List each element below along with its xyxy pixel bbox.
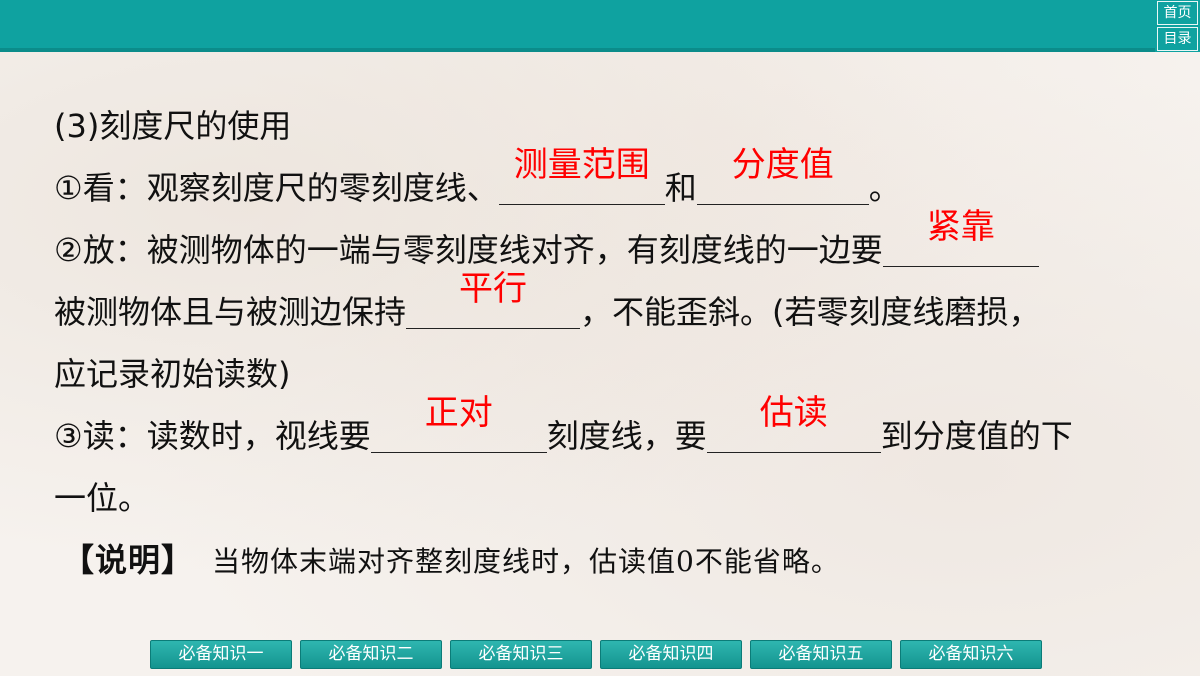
- answer-estimate: 估读: [759, 393, 828, 433]
- answer-parallel: 平行: [459, 269, 528, 309]
- look-suffix: 。: [868, 169, 901, 207]
- nav-knowledge-5[interactable]: 必备知识五: [750, 640, 892, 669]
- look-mid: 和: [664, 169, 697, 207]
- blank-face: 正对: [370, 393, 547, 453]
- top-bar-edge: [0, 48, 1155, 52]
- note-text: 当物体末端对齐整刻度线时，估读值0不能省略。: [212, 545, 840, 578]
- corner-nav: 首页 目录: [1155, 0, 1200, 52]
- place-prefix: ②放：被测物体的一端与零刻度线对齐，有刻度线的一边要: [54, 231, 883, 269]
- read-prefix: ③读：读数时，视线要: [54, 417, 371, 455]
- place-step-line2: 被测物体且与被测边保持 平行 ，不能歪斜。(若零刻度线磨损，: [54, 269, 1164, 343]
- toc-button[interactable]: 目录: [1157, 27, 1198, 51]
- place-step-line3: 应记录初始读数): [54, 355, 291, 393]
- place-step-line1: ②放：被测物体的一端与零刻度线对齐，有刻度线的一边要 紧靠: [54, 207, 1164, 281]
- blank-close: 紧靠: [882, 207, 1039, 267]
- note: 【说明】 当物体末端对齐整刻度线时，估读值0不能省略。: [54, 529, 1164, 591]
- read-step-line2: 一位。: [54, 479, 151, 517]
- answer-measure-range: 测量范围: [513, 145, 650, 185]
- read-step-line1: ③读：读数时，视线要 正对刻度线，要 估读到分度值的下: [54, 393, 1164, 467]
- answer-face: 正对: [424, 393, 493, 433]
- place-line2-prefix: 被测物体且与被测边保持: [54, 293, 407, 331]
- blank-division-value: 分度值: [696, 145, 869, 205]
- nav-knowledge-6[interactable]: 必备知识六: [900, 640, 1042, 669]
- nav-knowledge-3[interactable]: 必备知识三: [450, 640, 592, 669]
- nav-knowledge-2[interactable]: 必备知识二: [300, 640, 442, 669]
- blank-estimate: 估读: [706, 393, 881, 453]
- place-line2-suffix: ，不能歪斜。(若零刻度线磨损，: [580, 293, 1041, 331]
- blank-parallel: 平行: [406, 269, 581, 329]
- nav-knowledge-1[interactable]: 必备知识一: [150, 640, 292, 669]
- home-button[interactable]: 首页: [1157, 1, 1198, 25]
- read-mid: 刻度线，要: [546, 417, 707, 455]
- read-suffix: 到分度值的下: [880, 417, 1073, 455]
- answer-close: 紧靠: [926, 207, 995, 247]
- note-label: 【说明】: [62, 541, 195, 579]
- look-prefix: ①看：观察刻度尺的零刻度线、: [54, 169, 499, 207]
- nav-knowledge-4[interactable]: 必备知识四: [600, 640, 742, 669]
- top-bar: [0, 0, 1155, 52]
- answer-division-value: 分度值: [731, 145, 834, 185]
- slide-content: (3)刻度尺的使用 ①看：观察刻度尺的零刻度线、 测量范围和分度值。 ②放：被测物…: [54, 95, 1164, 591]
- blank-measure-range: 测量范围: [498, 145, 665, 205]
